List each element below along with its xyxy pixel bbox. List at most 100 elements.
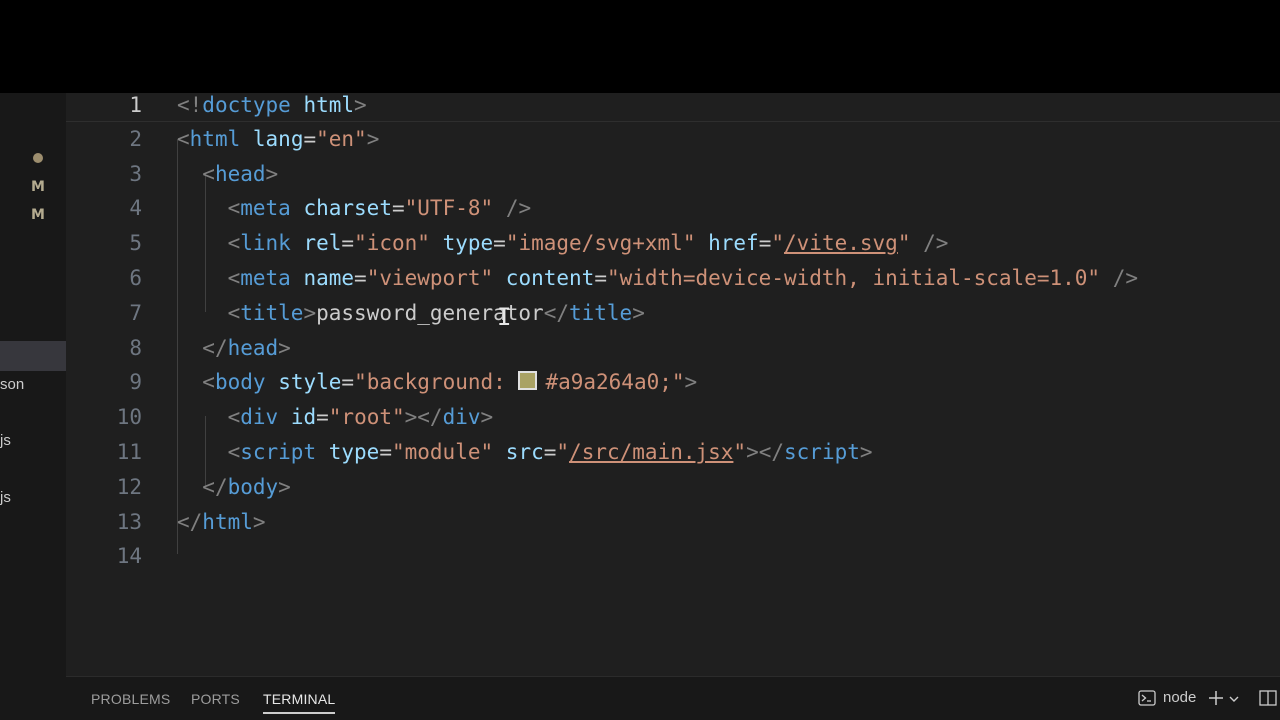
code-text[interactable]: <link rel="icon" type="image/svg+xml" hr… xyxy=(177,226,949,261)
code-token: html xyxy=(189,126,241,151)
code-token: /vite.svg xyxy=(784,231,898,256)
code-token: #a9a264a0;" xyxy=(545,370,685,395)
explorer-sidebar: M M son js js xyxy=(0,93,66,720)
code-token: = xyxy=(594,266,607,290)
line-number: 11 xyxy=(116,440,142,464)
code-token: < xyxy=(227,231,241,256)
code-token: " xyxy=(733,440,747,464)
code-text[interactable]: <body style="background: #a9a264a0;"> xyxy=(177,365,697,400)
code-line[interactable]: 12 </body> xyxy=(66,470,1280,505)
code-line[interactable]: 14 xyxy=(66,539,1280,574)
code-token: body xyxy=(227,474,279,499)
code-token: type xyxy=(442,231,494,256)
code-token: link xyxy=(240,231,291,256)
tab-terminal[interactable]: TERMINAL xyxy=(263,691,336,714)
code-text[interactable]: <!doctype html> xyxy=(177,93,367,123)
code-token: "background: xyxy=(354,370,519,395)
code-token: < xyxy=(227,300,241,325)
terminal-icon[interactable] xyxy=(1138,689,1156,712)
code-token: <! xyxy=(177,93,203,117)
line-number: 2 xyxy=(129,126,142,151)
code-token: < xyxy=(177,126,190,151)
code-token: = xyxy=(391,196,405,221)
sidebar-file-item[interactable]: js xyxy=(0,432,11,449)
sidebar-file-item[interactable]: js xyxy=(0,489,11,506)
selected-file-row[interactable] xyxy=(0,341,66,371)
color-swatch-icon[interactable] xyxy=(518,371,538,391)
code-token: = xyxy=(758,231,772,256)
line-number: 1 xyxy=(129,93,142,117)
code-token: "UTF-8" xyxy=(404,196,494,221)
code-editor[interactable]: 1 <!doctype html> 2 <html lang="en"> 3 <head… xyxy=(66,93,1280,676)
code-line[interactable]: 8 </head> xyxy=(66,331,1280,366)
code-token: rel xyxy=(303,231,342,256)
line-number: 4 xyxy=(129,196,142,221)
code-line[interactable]: 4 <meta charset="UTF-8" /> xyxy=(66,191,1280,226)
code-token: "icon" xyxy=(354,231,430,256)
plus-icon[interactable] xyxy=(1207,689,1225,712)
terminal-name[interactable]: node xyxy=(1163,689,1196,706)
code-text[interactable]: <title>password_generator</title> xyxy=(177,296,645,331)
code-line[interactable]: 6 <meta name="viewport" content="width=d… xyxy=(66,261,1280,296)
code-line[interactable]: 2 <html lang="en"> xyxy=(66,122,1280,157)
code-token: " xyxy=(771,231,785,256)
code-line[interactable]: 10 <div id="root"></div> xyxy=(66,400,1280,435)
code-text[interactable]: <html lang="en"> xyxy=(177,122,379,157)
tab-problems[interactable]: PROBLEMS xyxy=(91,691,170,707)
code-token: = xyxy=(341,370,355,395)
code-line[interactable]: 7 <title>password_generator</title> xyxy=(66,296,1280,331)
code-token: src xyxy=(505,440,544,464)
code-line[interactable]: 5 <link rel="icon" type="image/svg+xml" … xyxy=(66,226,1280,261)
code-text[interactable]: <meta charset="UTF-8" /> xyxy=(177,191,532,226)
code-token: body xyxy=(214,370,266,395)
code-token: div xyxy=(240,405,279,430)
code-token: script xyxy=(784,440,860,464)
code-token: script xyxy=(240,440,317,464)
code-line[interactable]: 9 <body style="background: #a9a264a0;"> xyxy=(66,365,1280,400)
bottom-panel: PROBLEMS PORTS TERMINAL node xyxy=(66,676,1280,720)
line-number: 14 xyxy=(116,544,142,569)
code-line[interactable]: 3 <head> xyxy=(66,157,1280,192)
line-number: 3 xyxy=(129,161,142,186)
code-token: /> xyxy=(1112,266,1139,290)
code-text[interactable]: </html> xyxy=(177,505,266,540)
code-text[interactable]: <head> xyxy=(177,157,278,192)
code-line[interactable]: 11 <script type="module" src="/src/main.… xyxy=(66,435,1280,470)
code-text[interactable]: <script type="module" src="/src/main.jsx… xyxy=(177,435,873,470)
code-token: </ xyxy=(543,300,569,325)
line-number: 10 xyxy=(116,405,142,430)
code-text[interactable]: <div id="root"></div> xyxy=(177,400,494,435)
line-number: 6 xyxy=(129,266,142,290)
split-panel-icon[interactable] xyxy=(1259,689,1277,712)
code-token: head xyxy=(227,335,279,360)
code-text[interactable]: </body> xyxy=(177,470,291,505)
code-text[interactable]: <meta name="viewport" content="width=dev… xyxy=(177,261,1138,296)
sidebar-file-item[interactable]: son xyxy=(0,376,24,393)
code-line[interactable]: 1 <!doctype html> xyxy=(66,93,1280,122)
code-token: title xyxy=(240,300,304,325)
code-token: = xyxy=(354,266,367,290)
chevron-down-icon[interactable] xyxy=(1228,692,1240,710)
code-token: > xyxy=(303,300,317,325)
text-cursor-icon: I xyxy=(497,303,512,331)
code-token: </ xyxy=(177,509,203,534)
code-text[interactable]: </head> xyxy=(177,331,291,366)
code-token: "viewport" xyxy=(366,266,494,290)
code-token: > xyxy=(480,405,494,430)
modified-marker: M xyxy=(31,179,45,195)
line-number: 7 xyxy=(129,300,142,325)
code-token: < xyxy=(227,196,241,221)
line-number: 12 xyxy=(116,474,142,499)
tab-ports[interactable]: PORTS xyxy=(191,691,240,707)
code-line[interactable]: 13 </html> xyxy=(66,505,1280,540)
